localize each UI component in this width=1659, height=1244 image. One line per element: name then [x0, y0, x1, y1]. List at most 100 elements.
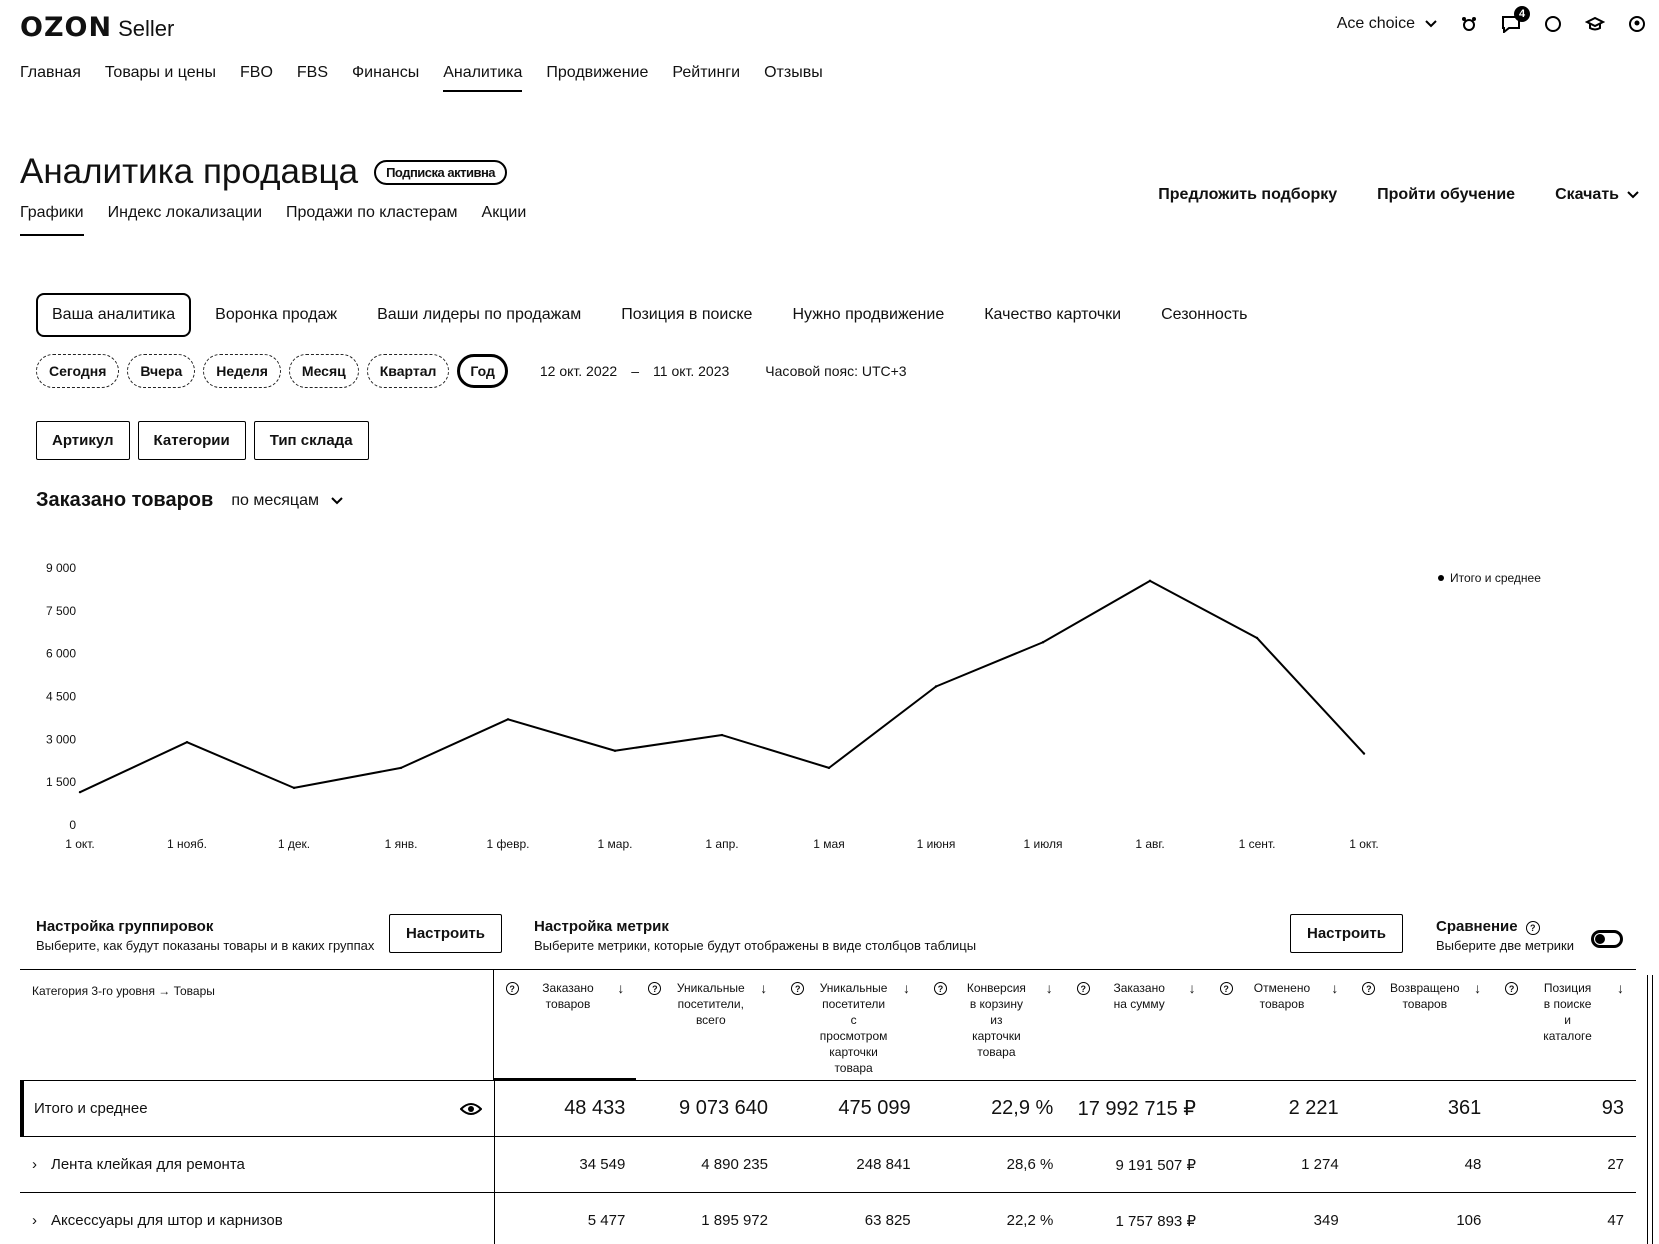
cell-cancelled: 349 — [1313, 1212, 1339, 1229]
compare-title: Сравнение — [1436, 918, 1518, 935]
sort-arrow-icon[interactable]: ↓ — [1189, 980, 1196, 1080]
help-icon[interactable]: ? — [791, 982, 805, 995]
column-header-unique-visitors-card[interactable]: ? Уникальные посетители с просмотром карт… — [779, 970, 922, 1080]
data-point — [613, 749, 617, 752]
suggest-selection-button[interactable]: Предложить подборку — [1158, 186, 1337, 204]
orders-line-chart: 0 1 500 3 000 4 500 6 000 7 500 9 000 1 окт. 1 н… — [46, 561, 1541, 851]
tab-your-analytics[interactable]: Ваша аналитика — [36, 293, 192, 337]
help-icon[interactable]: ? — [1076, 982, 1090, 995]
chevron-right-icon[interactable]: › — [32, 1156, 37, 1173]
compare-toggle[interactable] — [1591, 930, 1623, 948]
cell-returned: 361 — [1447, 1097, 1482, 1119]
nav-analytics[interactable]: Аналитика — [443, 64, 523, 92]
column-header-unique-visitors[interactable]: ? Уникальные посетители, всего ↓ — [636, 970, 779, 1080]
help-icon[interactable]: ? — [1219, 982, 1233, 995]
tab-needs-promotion[interactable]: Нужно продвижение — [776, 293, 960, 337]
help-icon[interactable]: ? — [648, 982, 662, 995]
sort-arrow-icon[interactable]: ↓ — [1617, 980, 1624, 1080]
cell-unique-visitors-card: 63 825 — [864, 1212, 911, 1229]
period-week[interactable]: Неделя — [203, 354, 281, 388]
cell-cancelled: 2 221 — [1288, 1097, 1339, 1119]
nav-main[interactable]: Главная — [20, 64, 81, 92]
granularity-select[interactable]: по месяцам — [231, 492, 343, 510]
table-row[interactable]: › Лента клейкая для ремонта 34 549 4 890… — [20, 1137, 1636, 1193]
filter-warehouse-button[interactable]: Тип склада — [253, 421, 369, 460]
nav-reviews[interactable]: Отзывы — [764, 64, 823, 92]
help-icon[interactable]: ? — [1362, 982, 1376, 995]
column-header-returned[interactable]: ? Возвращено товаров ↓ — [1350, 970, 1493, 1080]
education-icon[interactable] — [1585, 14, 1605, 34]
nav-fbo[interactable]: FBO — [240, 64, 273, 92]
filter-categories-button[interactable]: Категории — [137, 421, 246, 460]
column-header-ordered-sum[interactable]: ? Заказано на сумму ↓ — [1065, 970, 1208, 1080]
date-range[interactable]: 12 окт. 2022 – 11 окт. 2023 — [540, 363, 729, 379]
cell-unique-visitors-card: 475 099 — [838, 1097, 911, 1119]
column-header-search-position[interactable]: ? Позиция в поиске и каталоге ↓ — [1493, 970, 1636, 1080]
nav-products-prices[interactable]: Товары и цены — [105, 64, 216, 92]
help-circle-icon[interactable] — [1543, 14, 1563, 34]
tab-cluster-sales[interactable]: Продажи по кластерам — [286, 204, 458, 236]
help-icon[interactable]: ? — [933, 982, 947, 995]
data-point — [1362, 752, 1366, 755]
column-header-ordered[interactable]: ? Заказано товаров ↓ — [493, 970, 637, 1081]
chevron-right-icon[interactable]: › — [32, 1212, 37, 1229]
account-switcher[interactable]: Ace choice — [1337, 15, 1437, 33]
help-icon[interactable]: ? — [1525, 921, 1540, 935]
column-header-cart-conversion[interactable]: ? Конверсия в корзину из карточки товара ↓ — [922, 970, 1065, 1080]
eye-icon[interactable] — [459, 1102, 482, 1116]
help-icon[interactable]: ? — [505, 982, 519, 995]
x-tick-label: 1 июня — [917, 837, 956, 851]
x-tick-label: 1 нояб. — [167, 837, 207, 851]
period-year[interactable]: Год — [457, 354, 508, 388]
data-point — [827, 766, 831, 770]
period-today[interactable]: Сегодня — [36, 354, 120, 388]
sort-arrow-icon[interactable]: ↓ — [617, 980, 624, 1080]
date-from: 12 окт. 2022 — [539, 363, 618, 379]
nav-fbs[interactable]: FBS — [297, 64, 328, 92]
tab-sales-funnel[interactable]: Воронка продаж — [199, 293, 353, 337]
cell-unique-visitors-card: 248 841 — [856, 1156, 911, 1173]
ozon-seller-logo[interactable]: OZON Seller — [20, 12, 174, 43]
configure-metrics-button[interactable]: Настроить — [1290, 914, 1403, 953]
period-yesterday[interactable]: Вчера — [127, 354, 196, 388]
column-header-cancelled[interactable]: ? Отменено товаров ↓ — [1208, 970, 1351, 1080]
tab-promotions[interactable]: Акции — [482, 204, 527, 236]
nav-promotion[interactable]: Продвижение — [546, 64, 648, 92]
table-row-total[interactable]: Итого и среднее 48 433 9 073 640 475 099… — [20, 1081, 1636, 1137]
period-month[interactable]: Месяц — [288, 354, 359, 388]
sort-arrow-icon[interactable]: ↓ — [1331, 980, 1338, 1080]
sort-arrow-icon[interactable]: ↓ — [1046, 980, 1053, 1080]
chat-icon[interactable]: 4 — [1501, 6, 1530, 34]
tab-localization-index[interactable]: Индекс локализации — [108, 204, 262, 236]
download-button[interactable]: Скачать — [1555, 186, 1639, 204]
nav-ratings[interactable]: Рейтинги — [672, 64, 740, 92]
data-point — [185, 740, 189, 744]
column-header-category[interactable]: Категория 3-го уровня → Товары — [20, 970, 494, 1080]
configure-grouping-button[interactable]: Настроить — [389, 914, 502, 953]
table-row[interactable]: › Аксессуары для штор и карнизов 5 477 1… — [20, 1193, 1636, 1244]
series-line — [79, 579, 1365, 794]
tab-search-position[interactable]: Позиция в поиске — [605, 293, 768, 337]
filters: Артикул Категории Тип склада — [36, 421, 369, 460]
table-scrollbar[interactable] — [1647, 975, 1653, 1244]
take-training-button[interactable]: Пройти обучение — [1377, 186, 1515, 204]
filter-article-button[interactable]: Артикул — [36, 421, 130, 460]
sort-arrow-icon[interactable]: ↓ — [903, 980, 910, 1080]
analytics-table: Категория 3-го уровня → Товары ? Заказано… — [20, 969, 1636, 1244]
tab-seasonality[interactable]: Сезонность — [1145, 293, 1263, 337]
sort-arrow-icon[interactable]: ↓ — [1474, 980, 1481, 1080]
period-quarter[interactable]: Квартал — [366, 354, 450, 388]
y-tick-label: 7 500 — [46, 604, 76, 618]
tab-sales-leaders[interactable]: Ваши лидеры по продажам — [361, 293, 597, 337]
x-tick-label: 1 окт. — [65, 837, 95, 851]
subscription-badge[interactable]: Подписка активна — [374, 159, 508, 185]
tab-card-quality[interactable]: Качество карточки — [968, 293, 1137, 337]
bot-icon[interactable] — [1459, 14, 1479, 34]
profile-icon[interactable] — [1627, 14, 1647, 34]
data-point — [1041, 641, 1045, 644]
help-icon[interactable]: ? — [1505, 982, 1519, 995]
period-selector: Сегодня Вчера Неделя Месяц Квартал Год 1… — [36, 354, 907, 388]
tab-charts[interactable]: Графики — [20, 204, 84, 236]
sort-arrow-icon[interactable]: ↓ — [760, 980, 767, 1080]
nav-finance[interactable]: Финансы — [352, 64, 419, 92]
